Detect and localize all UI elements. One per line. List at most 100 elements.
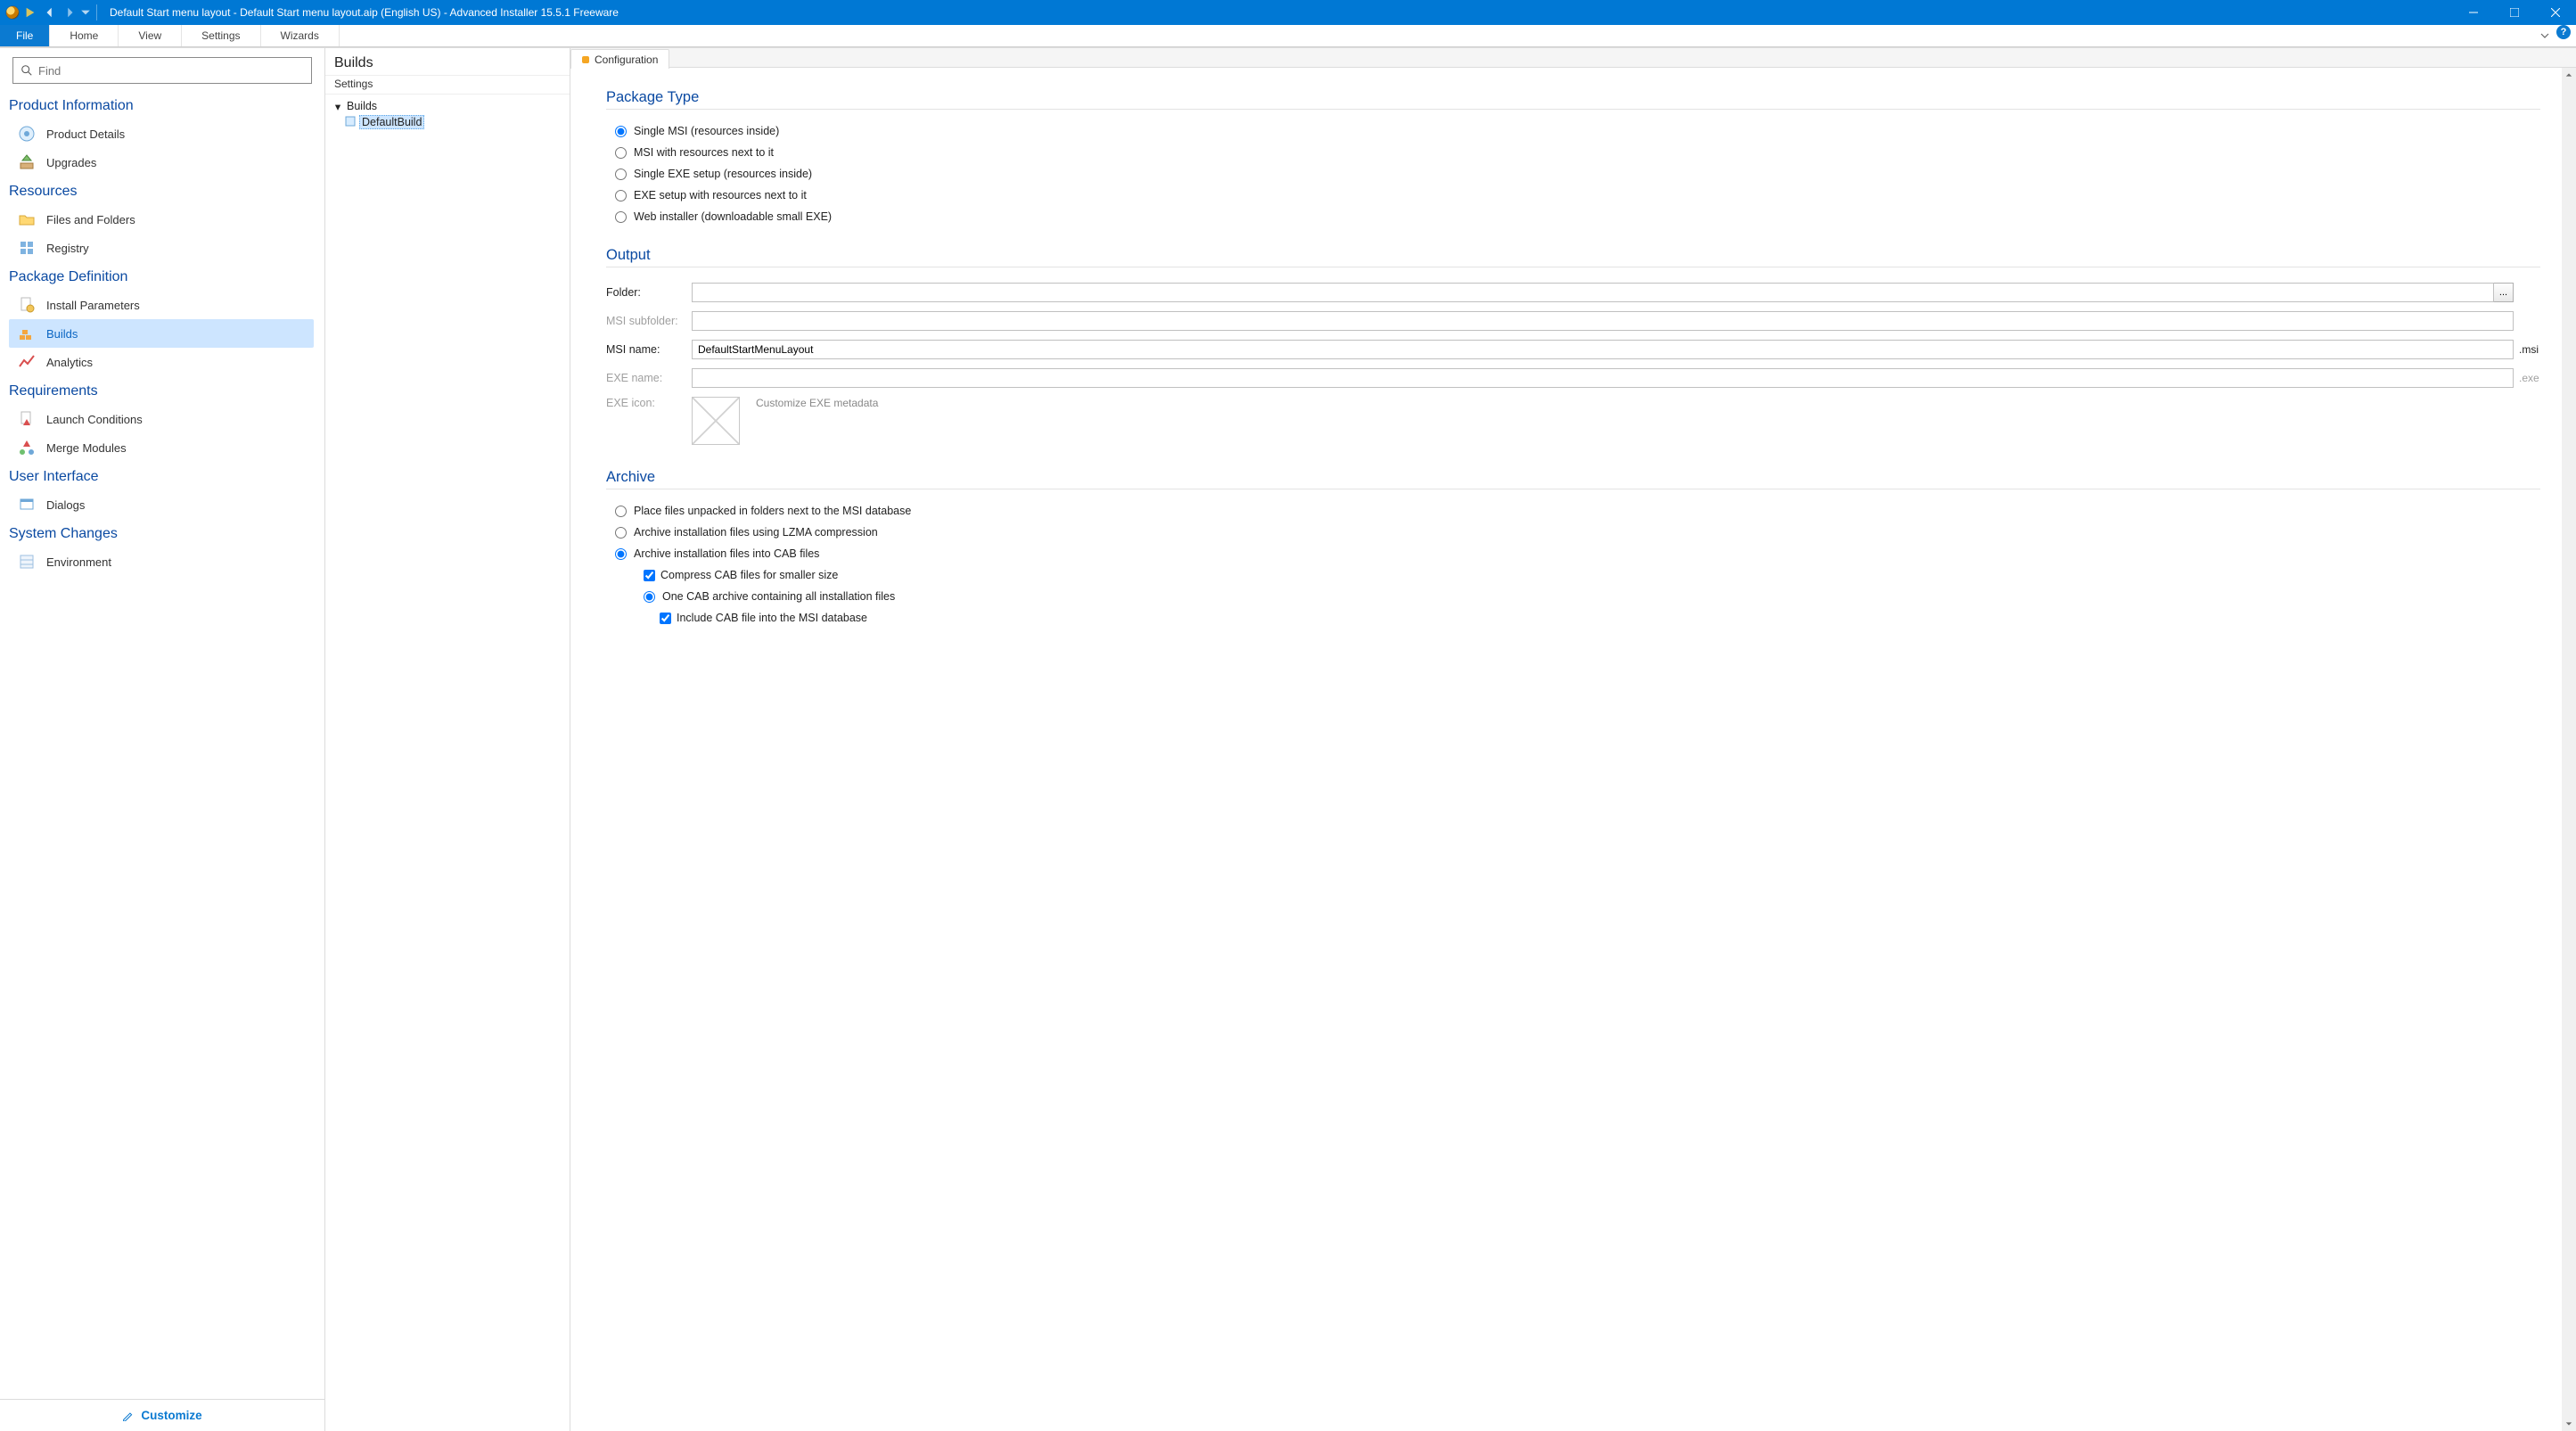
nav-group-package-definition: Package Definition [9, 262, 324, 291]
install-parameters-icon [18, 296, 36, 314]
qat-dropdown[interactable] [80, 4, 91, 21]
nav-item-label: Environment [46, 555, 111, 569]
section-package-type: Package Type [606, 89, 2540, 110]
scroll-down-icon[interactable] [2562, 1417, 2576, 1431]
analytics-icon [18, 353, 36, 371]
tree-settings-header: Settings [325, 75, 570, 95]
launch-conditions-icon [18, 410, 36, 428]
minimize-button[interactable] [2453, 0, 2494, 25]
find-input[interactable] [38, 64, 304, 78]
registry-icon [18, 239, 36, 257]
nav-group-system-changes: System Changes [9, 519, 324, 547]
nav-group-requirements: Requirements [9, 376, 324, 405]
nav-item-files-and-folders[interactable]: Files and Folders [9, 205, 314, 234]
tree-node-defaultbuild[interactable]: DefaultBuild [332, 114, 562, 130]
archive-check-compress[interactable]: Compress CAB files for smaller size [622, 564, 2540, 586]
nav-item-label: Upgrades [46, 156, 96, 169]
forward-button[interactable] [61, 4, 78, 21]
msi-name-input[interactable] [692, 340, 2514, 359]
pkg-radio-msi-next-to[interactable]: MSI with resources next to it [606, 142, 2540, 163]
nav-item-launch-conditions[interactable]: Launch Conditions [9, 405, 314, 433]
section-archive: Archive [606, 469, 2540, 489]
nav-group-user-interface: User Interface [9, 462, 324, 490]
tree-node-builds[interactable]: ▾ Builds [332, 98, 562, 114]
msi-subfolder-label: MSI subfolder: [606, 315, 692, 327]
titlebar: Default Start menu layout - Default Star… [0, 0, 2576, 25]
ribbon-tabstrip: File Home View Settings Wizards ? [0, 25, 2576, 47]
exe-name-label: EXE name: [606, 372, 692, 384]
find-box[interactable] [12, 57, 312, 84]
close-button[interactable] [2535, 0, 2576, 25]
nav-item-label: Analytics [46, 356, 93, 369]
help-icon[interactable]: ? [2556, 25, 2571, 39]
exe-name-input [692, 368, 2514, 388]
tree-title: Builds [325, 48, 570, 75]
folder-browse-button[interactable]: ... [2494, 283, 2514, 302]
run-icon[interactable] [21, 4, 39, 21]
tree-node-label: Builds [347, 100, 377, 112]
ribbon-tab-settings[interactable]: Settings [182, 25, 260, 46]
nav-item-product-details[interactable]: Product Details [9, 119, 314, 148]
pkg-radio-single-exe[interactable]: Single EXE setup (resources inside) [606, 163, 2540, 185]
archive-radio-one-cab[interactable]: One CAB archive containing all installat… [622, 586, 2540, 607]
nav-item-label: Launch Conditions [46, 413, 143, 426]
ribbon-tab-home[interactable]: Home [50, 25, 119, 46]
content-tabstrip: Configuration [570, 48, 2576, 68]
back-button[interactable] [41, 4, 59, 21]
search-icon [21, 64, 33, 77]
msi-name-label: MSI name: [606, 343, 692, 356]
tab-configuration[interactable]: Configuration [570, 49, 669, 69]
nav-item-install-parameters[interactable]: Install Parameters [9, 291, 314, 319]
nav-group-product-information: Product Information [9, 91, 324, 119]
archive-radio-cab[interactable]: Archive installation files into CAB file… [606, 543, 2540, 564]
window-title: Default Start menu layout - Default Star… [110, 6, 619, 19]
ribbon-tab-file[interactable]: File [0, 25, 50, 46]
maximize-button[interactable] [2494, 0, 2535, 25]
archive-radio-unpacked[interactable]: Place files unpacked in folders next to … [606, 500, 2540, 522]
nav-group-resources: Resources [9, 177, 324, 205]
build-item-icon [345, 116, 356, 129]
ribbon-collapse-icon[interactable] [2533, 25, 2556, 46]
customize-label: Customize [141, 1409, 201, 1422]
nav-item-registry[interactable]: Registry [9, 234, 314, 262]
nav-item-label: Registry [46, 242, 89, 255]
nav-item-builds[interactable]: Builds [9, 319, 314, 348]
nav-item-analytics[interactable]: Analytics [9, 348, 314, 376]
nav-item-environment[interactable]: Environment [9, 547, 314, 576]
nav-item-label: Dialogs [46, 498, 85, 512]
scroll-up-icon[interactable] [2562, 68, 2576, 82]
exe-suffix: .exe [2514, 372, 2540, 384]
pkg-radio-single-msi[interactable]: Single MSI (resources inside) [606, 120, 2540, 142]
nav-item-upgrades[interactable]: Upgrades [9, 148, 314, 177]
environment-icon [18, 553, 36, 571]
upgrades-icon [18, 153, 36, 171]
exe-icon-label: EXE icon: [606, 397, 692, 409]
product-details-icon [18, 125, 36, 143]
left-nav-pane: Product Information Product Details Upgr… [0, 48, 325, 1431]
builds-icon [18, 325, 36, 342]
vertical-scrollbar[interactable] [2562, 68, 2576, 1431]
tab-indicator-icon [582, 56, 589, 63]
ribbon-tab-view[interactable]: View [119, 25, 182, 46]
tree-expander-icon[interactable]: ▾ [332, 100, 343, 113]
archive-check-include-cab[interactable]: Include CAB file into the MSI database [638, 607, 2540, 629]
archive-radio-lzma[interactable]: Archive installation files using LZMA co… [606, 522, 2540, 543]
customize-exe-metadata: Customize EXE metadata [756, 397, 878, 409]
tab-label: Configuration [595, 53, 658, 66]
nav-item-label: Builds [46, 327, 78, 341]
ribbon-tab-wizards[interactable]: Wizards [261, 25, 340, 46]
folder-input[interactable] [692, 283, 2494, 302]
pkg-radio-web-installer[interactable]: Web installer (downloadable small EXE) [606, 206, 2540, 227]
nav-item-label: Install Parameters [46, 299, 140, 312]
customize-button[interactable]: Customize [0, 1399, 324, 1431]
pkg-radio-exe-next-to[interactable]: EXE setup with resources next to it [606, 185, 2540, 206]
msi-suffix: .msi [2514, 343, 2540, 356]
nav-item-label: Files and Folders [46, 213, 135, 226]
section-output: Output [606, 247, 2540, 267]
exe-icon-placeholder [692, 397, 740, 445]
folder-label: Folder: [606, 286, 692, 299]
nav-item-label: Product Details [46, 127, 125, 141]
nav-item-merge-modules[interactable]: Merge Modules [9, 433, 314, 462]
nav-item-dialogs[interactable]: Dialogs [9, 490, 314, 519]
app-icon [5, 5, 20, 20]
